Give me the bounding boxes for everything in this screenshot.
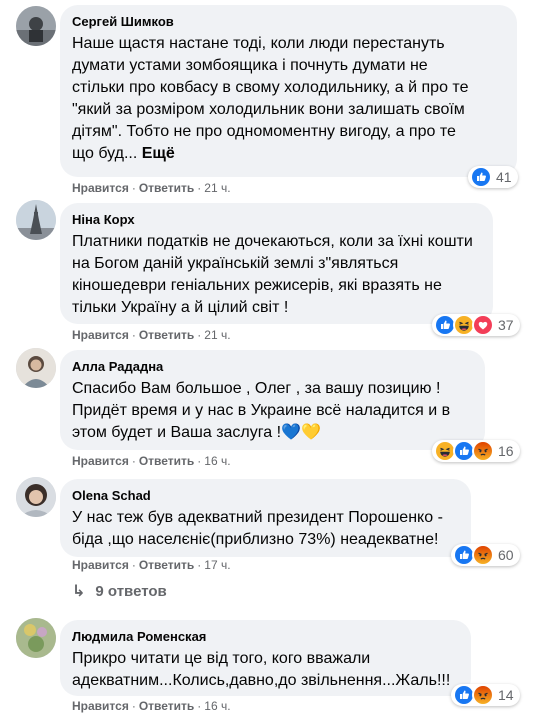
timestamp[interactable]: 21 ч.	[204, 181, 230, 195]
reactions-summary[interactable]: 14	[451, 684, 520, 706]
like-link[interactable]: Нравится	[72, 328, 129, 342]
comment-author[interactable]: Алла Рададна	[72, 358, 473, 376]
comment-bubble: Olena Schad У нас теж був адекватний пре…	[60, 479, 471, 557]
comment-text: Платники податків не дочекаються, коли з…	[72, 233, 473, 316]
comment-bubble: Людмила Роменская Прикро читати це від т…	[60, 620, 471, 696]
comment-actions: Нравится · Ответить · 17 ч.	[72, 558, 231, 572]
timestamp[interactable]: 16 ч.	[204, 699, 230, 713]
comment-text: Наше щастя настане тоді, коли люди перес…	[72, 33, 505, 165]
angry-reaction-icon	[472, 544, 494, 566]
reactions-summary[interactable]: 37	[432, 314, 520, 336]
comment-author[interactable]: Людмила Роменская	[72, 628, 459, 646]
reply-link[interactable]: Ответить	[139, 699, 194, 713]
timestamp[interactable]: 16 ч.	[204, 454, 230, 468]
avatar[interactable]	[16, 618, 56, 658]
like-link[interactable]: Нравится	[72, 181, 129, 195]
comment-text: Прикро читати це від того, кого вважали …	[72, 650, 451, 689]
reactions-summary[interactable]: 60	[451, 544, 520, 566]
reactions-summary[interactable]: 41	[468, 166, 518, 188]
comment-author[interactable]: Сергей Шимков	[72, 13, 505, 31]
comment-bubble: Сергей Шимков Наше щастя настане тоді, к…	[60, 5, 517, 177]
comment-actions: Нравится · Ответить · 16 ч.	[72, 699, 231, 713]
like-reaction-icon	[470, 166, 492, 188]
reaction-count: 16	[498, 443, 514, 459]
reply-link[interactable]: Ответить	[139, 181, 194, 195]
reply-arrow-icon: ↳	[72, 583, 86, 600]
comment-text-body: Наше щастя настане тоді, коли люди перес…	[72, 35, 469, 162]
avatar[interactable]	[16, 348, 56, 388]
comment-actions: Нравится · Ответить · 21 ч.	[72, 328, 231, 342]
reaction-count: 60	[498, 547, 514, 563]
angry-reaction-icon	[472, 684, 494, 706]
comment-actions: Нравится · Ответить · 21 ч.	[72, 181, 231, 195]
see-more-link[interactable]: Ещё	[142, 145, 175, 162]
reply-link[interactable]: Ответить	[139, 558, 194, 572]
comment-text: У нас теж був адекватний президент Порош…	[72, 509, 443, 548]
like-link[interactable]: Нравится	[72, 699, 129, 713]
reactions-summary[interactable]: 16	[432, 440, 520, 462]
comment-bubble: Ніна Корх Платники податків не дочекають…	[60, 203, 493, 324]
like-link[interactable]: Нравится	[72, 454, 129, 468]
view-replies-link[interactable]: ↳ 9 ответов	[72, 581, 167, 601]
avatar[interactable]	[16, 477, 56, 517]
angry-reaction-icon	[472, 440, 494, 462]
comment-text: Спасибо Вам большое , Олег , за вашу поз…	[72, 380, 451, 441]
comment-bubble: Алла Рададна Спасибо Вам большое , Олег …	[60, 350, 485, 450]
reply-link[interactable]: Ответить	[139, 454, 194, 468]
timestamp[interactable]: 21 ч.	[204, 328, 230, 342]
avatar[interactable]	[16, 6, 56, 46]
replies-count: 9 ответов	[95, 582, 167, 600]
like-link[interactable]: Нравится	[72, 558, 129, 572]
reaction-count: 41	[496, 169, 512, 185]
reaction-count: 37	[498, 317, 514, 333]
reply-link[interactable]: Ответить	[139, 328, 194, 342]
comment-author[interactable]: Olena Schad	[72, 487, 459, 505]
reaction-count: 14	[498, 687, 514, 703]
avatar[interactable]	[16, 200, 56, 240]
comment-actions: Нравится · Ответить · 16 ч.	[72, 454, 231, 468]
love-reaction-icon	[472, 314, 494, 336]
comment-author[interactable]: Ніна Корх	[72, 211, 481, 229]
timestamp[interactable]: 17 ч.	[204, 558, 230, 572]
